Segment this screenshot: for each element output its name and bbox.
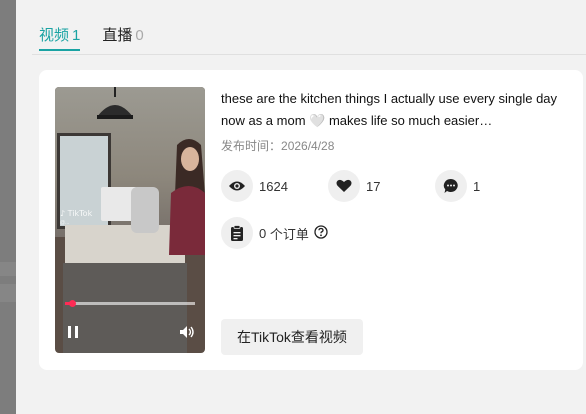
likes-count: 17 — [366, 178, 381, 194]
comment-icon — [435, 170, 467, 202]
views-count: 1624 — [259, 178, 288, 194]
orders-stat: 0 个订单 — [221, 217, 328, 249]
tab-videos-label: 视频 — [39, 27, 70, 44]
orders-label: 个订单 — [269, 226, 309, 242]
video-player[interactable]: ♪ TikTok @... — [55, 87, 205, 353]
tab-live[interactable]: 直播 0 — [102, 26, 143, 48]
tab-videos-count: 1 — [72, 27, 81, 44]
pause-icon[interactable] — [67, 325, 79, 339]
likes-stat: 17 — [328, 170, 380, 202]
tab-videos[interactable]: 视频 1 — [39, 26, 81, 51]
video-progress-knob[interactable] — [68, 300, 76, 307]
video-title: these are the kitchen things I actually … — [221, 91, 558, 128]
tab-live-label: 直播 — [102, 27, 133, 44]
view-on-tiktok-button[interactable]: 在TikTok查看视频 — [221, 319, 363, 355]
person-figure — [169, 139, 205, 255]
pendant-lamp — [97, 87, 133, 119]
orders-count: 0 — [259, 225, 267, 241]
publish-date-label: 发布时间： — [221, 139, 282, 153]
comments-stat: 1 — [435, 170, 480, 202]
volume-icon[interactable] — [179, 325, 195, 339]
side-panel-edge — [0, 0, 16, 414]
content-tabs: 视频 1 直播 0 — [39, 26, 144, 51]
tabs-divider — [32, 54, 586, 55]
tiktok-handle: @... — [60, 220, 70, 226]
publish-date-value: 2026/4/28 — [281, 139, 335, 153]
tiktok-watermark: ♪ TikTok — [60, 209, 93, 218]
question-icon[interactable] — [314, 224, 328, 242]
views-stat: 1624 — [221, 170, 288, 202]
comments-count: 1 — [473, 178, 481, 194]
tab-live-count: 0 — [135, 27, 144, 44]
heart-icon — [328, 170, 360, 202]
video-card: ♪ TikTok @... these are the kitchen thin… — [39, 70, 583, 370]
clipboard-icon — [221, 217, 253, 249]
publish-date: 发布时间：2026/4/28 — [221, 137, 334, 154]
eye-icon — [221, 170, 253, 202]
video-progress-bar[interactable] — [65, 300, 195, 307]
